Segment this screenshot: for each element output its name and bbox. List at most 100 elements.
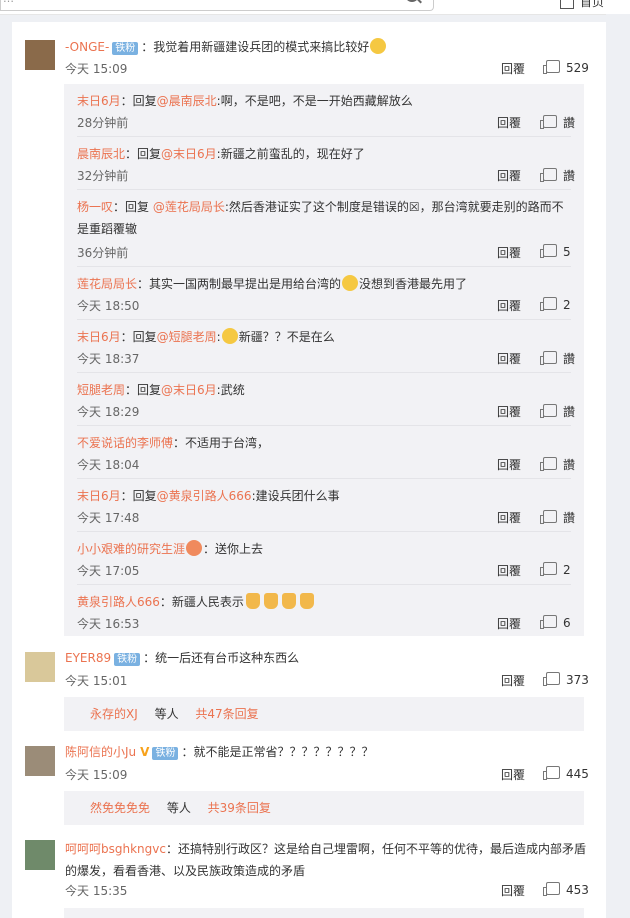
mention-link[interactable]: @莲花局局长 [153, 200, 225, 214]
sub-reply-text: ：不适用于台湾， [173, 436, 270, 450]
comment-user[interactable]: EYER89 [65, 651, 111, 665]
like-button[interactable]: 453 [543, 882, 589, 897]
like-count: 2 [563, 563, 571, 577]
thumbs-up-icon [540, 510, 557, 524]
sub-reply-item: 小小艰难的研究生涯 ：送你上去 今天 17:05 回覆 2 [77, 532, 571, 585]
reply-button[interactable]: 回覆 [497, 350, 521, 367]
like-count: 讚 [563, 352, 576, 366]
like-button[interactable]: 529 [543, 60, 589, 75]
reply-button[interactable]: 回覆 [501, 882, 525, 899]
sub-reply-item: 末日6月：回复@晨南辰北:啊，不是吧，不是一开始西藏解放么 28分钟前 回覆 讚 [77, 84, 575, 137]
more-replies-link[interactable]: 永存的XJ 等人 共47条回复 [64, 697, 584, 731]
mention-link[interactable]: @末日6月 [161, 383, 217, 397]
sub-reply-text: ：新疆人民表示 [159, 595, 244, 609]
sub-reply-user[interactable]: 晨南辰北 [77, 147, 125, 161]
thumbs-up-icon [540, 615, 557, 629]
like-button[interactable]: 讚 [540, 350, 576, 367]
like-button[interactable]: 讚 [540, 167, 575, 184]
search-icon[interactable] [405, 0, 419, 2]
reply-button[interactable]: 回覆 [501, 60, 525, 77]
comment-text: ：统一后还有台币这种东西么 [143, 651, 300, 665]
thumbs-emoji-icon [245, 593, 260, 609]
avatar[interactable] [25, 746, 55, 776]
thumbs-up-icon [543, 672, 560, 686]
sub-reply-user[interactable]: 末日6月 [77, 330, 121, 344]
like-button[interactable]: 讚 [540, 403, 575, 420]
fan-badge[interactable]: 铁粉 [112, 42, 139, 55]
sub-reply-user[interactable]: 杨一叹 [77, 200, 113, 214]
sub-reply-user[interactable]: 末日6月 [77, 489, 121, 503]
comment-user[interactable]: 陈阿信的小Ju [65, 745, 136, 759]
sub-reply-text: :然后香港证实了这个制度是错误的☒，那台湾就要走别的路而不 [224, 200, 564, 214]
sub-reply-text: 没想到香港最先用了 [359, 277, 468, 291]
sub-reply-time: 32分钟前 [77, 169, 129, 183]
like-button[interactable]: 讚 [540, 114, 575, 131]
sub-reply-time: 今天 17:48 [77, 511, 140, 525]
comment-user[interactable]: -ONGE- [65, 40, 109, 54]
more-replies-count: 共39条回复 [207, 801, 271, 815]
mention-link[interactable]: @黄泉引路人666 [157, 489, 252, 503]
like-button[interactable]: 2 [540, 297, 571, 312]
like-button[interactable]: 讚 [540, 509, 576, 526]
search-input[interactable]: … [0, 0, 434, 11]
comment-text-cont: 的爆发，看看香港、以及民族政策造成的矛盾 [65, 864, 306, 878]
comment-content: EYER89 铁粉 ：统一后还有台币这种东西么 [65, 650, 299, 666]
sub-reply-content: 黄泉引路人666：新疆人民表示 [77, 591, 577, 613]
sub-reply-user[interactable]: 小小艰难的研究生涯 [77, 542, 185, 556]
reply-button[interactable]: 回覆 [497, 562, 521, 579]
fan-badge[interactable]: 铁粉 [114, 653, 141, 666]
reply-button[interactable]: 回覆 [497, 615, 521, 632]
like-button[interactable]: 讚 [540, 456, 575, 473]
sub-reply-text: :新疆之前蛮乱的，现在好了 [216, 147, 365, 161]
reply-button[interactable]: 回覆 [501, 766, 525, 783]
reply-button[interactable]: 回覆 [497, 114, 521, 131]
sub-reply-user[interactable]: 不爱说话的李师傅 [77, 436, 173, 450]
like-button[interactable]: 2 [540, 562, 571, 577]
reply-button[interactable]: 回覆 [497, 403, 521, 420]
more-replies-link[interactable] [64, 908, 584, 918]
reply-button[interactable]: 回覆 [497, 244, 521, 261]
thumbs-up-icon [543, 60, 560, 74]
sub-reply-user[interactable]: 末日6月 [77, 94, 121, 108]
reply-button[interactable]: 回覆 [497, 167, 521, 184]
reply-button[interactable]: 回覆 [501, 672, 525, 689]
comment-content: 陈阿信的小Ju V 铁粉 ：就不能是正常省？？？？？？？？ [65, 744, 373, 760]
like-button[interactable]: 5 [540, 244, 571, 259]
fan-badge[interactable]: 铁粉 [152, 747, 179, 760]
reply-button[interactable]: 回覆 [497, 456, 521, 473]
avatar[interactable] [25, 840, 55, 870]
reply-button[interactable]: 回覆 [497, 297, 521, 314]
mention-link[interactable]: @短腿老周 [157, 330, 217, 344]
comment-item: -ONGE- 铁粉 ：我觉着用新疆建设兵团的模式来搞比较好 今天 15:09 回覆 … [12, 36, 606, 76]
home-link[interactable]: 首页 [560, 0, 604, 10]
thumbs-up-icon [540, 297, 557, 311]
like-button[interactable]: 6 [540, 615, 571, 630]
page-background [606, 14, 630, 918]
avatar[interactable] [25, 40, 55, 70]
like-button[interactable]: 373 [543, 672, 589, 687]
sub-reply-text: ：送你上去 [203, 542, 264, 556]
more-replies-user: 然免免免免 [90, 801, 151, 815]
comment-item: 陈阿信的小Ju V 铁粉 ：就不能是正常省？？？？？？？？ 今天 15:09 回覆 4… [12, 742, 606, 782]
sub-reply-user[interactable]: 黄泉引路人666 [77, 595, 160, 609]
emoji-icon [186, 540, 203, 556]
thumbs-emoji-icon [281, 593, 296, 609]
sub-reply-prefix: ：回复 [125, 147, 162, 161]
more-replies-link[interactable]: 然免免免免 等人 共39条回复 [64, 791, 584, 825]
sub-reply-user[interactable]: 莲花局局长 [77, 277, 137, 291]
thumbs-up-icon [540, 404, 557, 418]
sub-replies-box: 末日6月：回复@晨南辰北:啊，不是吧，不是一开始西藏解放么 28分钟前 回覆 讚… [64, 84, 584, 636]
like-button[interactable]: 445 [543, 766, 589, 781]
sub-reply-item: 不爱说话的李师傅：不适用于台湾， 今天 18:04 回覆 讚 [77, 426, 575, 479]
like-count: 讚 [563, 511, 576, 525]
reply-button[interactable]: 回覆 [497, 509, 521, 526]
home-icon [560, 0, 574, 9]
avatar[interactable] [25, 652, 55, 682]
sub-reply-user[interactable]: 短腿老周 [77, 383, 125, 397]
verified-icon: V [140, 745, 150, 759]
mention-link[interactable]: @末日6月 [161, 147, 217, 161]
sub-reply-prefix: ：回复 [120, 94, 157, 108]
comment-user[interactable]: 呵呵呵bsghkngvc [65, 842, 166, 856]
mention-link[interactable]: @晨南辰北 [157, 94, 217, 108]
sub-reply-content: 末日6月：回复@短腿老周: 新疆？？不是在么 [77, 328, 335, 344]
